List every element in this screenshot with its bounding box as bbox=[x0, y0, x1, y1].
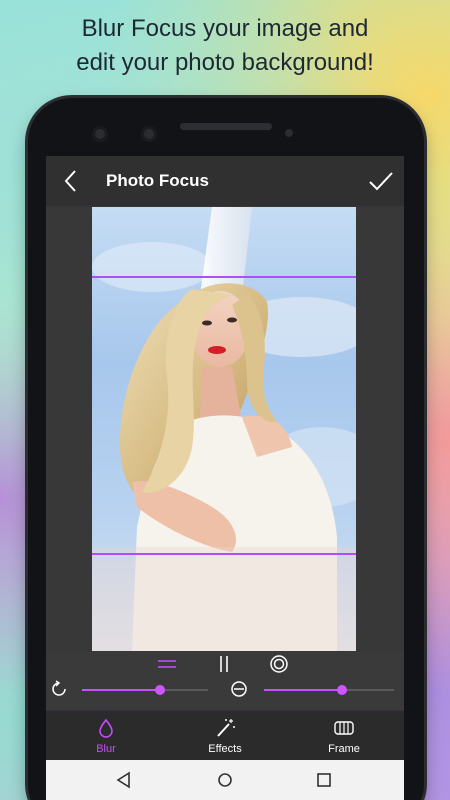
tab-effects[interactable]: Effects bbox=[165, 711, 285, 761]
tab-frame[interactable]: Frame bbox=[284, 711, 404, 761]
confirm-button[interactable] bbox=[368, 168, 394, 194]
promo-headline: Blur Focus your image and edit your phot… bbox=[0, 12, 450, 80]
photo-preview[interactable] bbox=[92, 207, 356, 651]
portrait-photo bbox=[92, 207, 356, 651]
app-bar: Photo Focus bbox=[46, 156, 404, 206]
system-nav-bar bbox=[46, 760, 404, 800]
mirror-mode-button[interactable] bbox=[214, 654, 234, 674]
bottom-tab-bar: Blur Effects Frame bbox=[46, 710, 404, 760]
earpiece-speaker bbox=[180, 123, 272, 130]
blur-slider-thumb[interactable] bbox=[337, 685, 347, 695]
tab-frame-label: Frame bbox=[328, 743, 360, 755]
nav-recents-icon bbox=[317, 773, 331, 787]
nav-back-button[interactable] bbox=[114, 770, 134, 790]
focus-band-top-line[interactable] bbox=[92, 276, 356, 278]
front-camera-icon bbox=[92, 126, 108, 142]
nav-home-icon bbox=[218, 773, 232, 787]
vertical-lines-icon bbox=[220, 656, 228, 672]
focus-band-bottom-line[interactable] bbox=[92, 553, 356, 555]
half-circle-icon bbox=[231, 681, 247, 697]
proximity-sensor bbox=[285, 129, 293, 137]
linear-mode-button[interactable] bbox=[156, 656, 178, 672]
editor-canvas bbox=[46, 206, 404, 652]
blur-drop-icon bbox=[99, 718, 113, 738]
blur-slider-fill bbox=[264, 689, 342, 691]
front-sensor-icon bbox=[141, 126, 157, 142]
magic-wand-icon bbox=[217, 719, 235, 737]
rotate-icon bbox=[52, 680, 66, 696]
rotation-slider-fill bbox=[82, 689, 160, 691]
rotation-slider-thumb[interactable] bbox=[155, 685, 165, 695]
frame-icon bbox=[334, 721, 354, 735]
tab-blur[interactable]: Blur bbox=[46, 711, 166, 761]
back-button[interactable] bbox=[58, 168, 84, 194]
nav-back-icon bbox=[116, 771, 130, 789]
blur-slider[interactable] bbox=[264, 685, 394, 695]
rotation-button[interactable] bbox=[50, 680, 68, 698]
radial-mode-button[interactable] bbox=[269, 654, 289, 674]
horizontal-lines-icon bbox=[158, 660, 176, 668]
tab-blur-label: Blur bbox=[96, 743, 116, 755]
promo-line-1: Blur Focus your image and bbox=[81, 15, 369, 42]
rotation-slider[interactable] bbox=[82, 685, 208, 695]
nav-home-button[interactable] bbox=[215, 770, 235, 790]
nav-recents-button[interactable] bbox=[314, 770, 334, 790]
circle-target-icon bbox=[270, 655, 288, 673]
tab-effects-label: Effects bbox=[208, 743, 242, 755]
checkmark-icon bbox=[369, 172, 393, 191]
app-screen: Photo Focus Blur Effects Frame bbox=[46, 156, 404, 800]
blur-controls bbox=[46, 652, 404, 710]
promo-line-2: edit your photo background! bbox=[76, 49, 374, 76]
blur-strength-button[interactable] bbox=[230, 680, 248, 698]
page-title: Photo Focus bbox=[106, 171, 209, 190]
chevron-left-icon bbox=[64, 170, 76, 192]
